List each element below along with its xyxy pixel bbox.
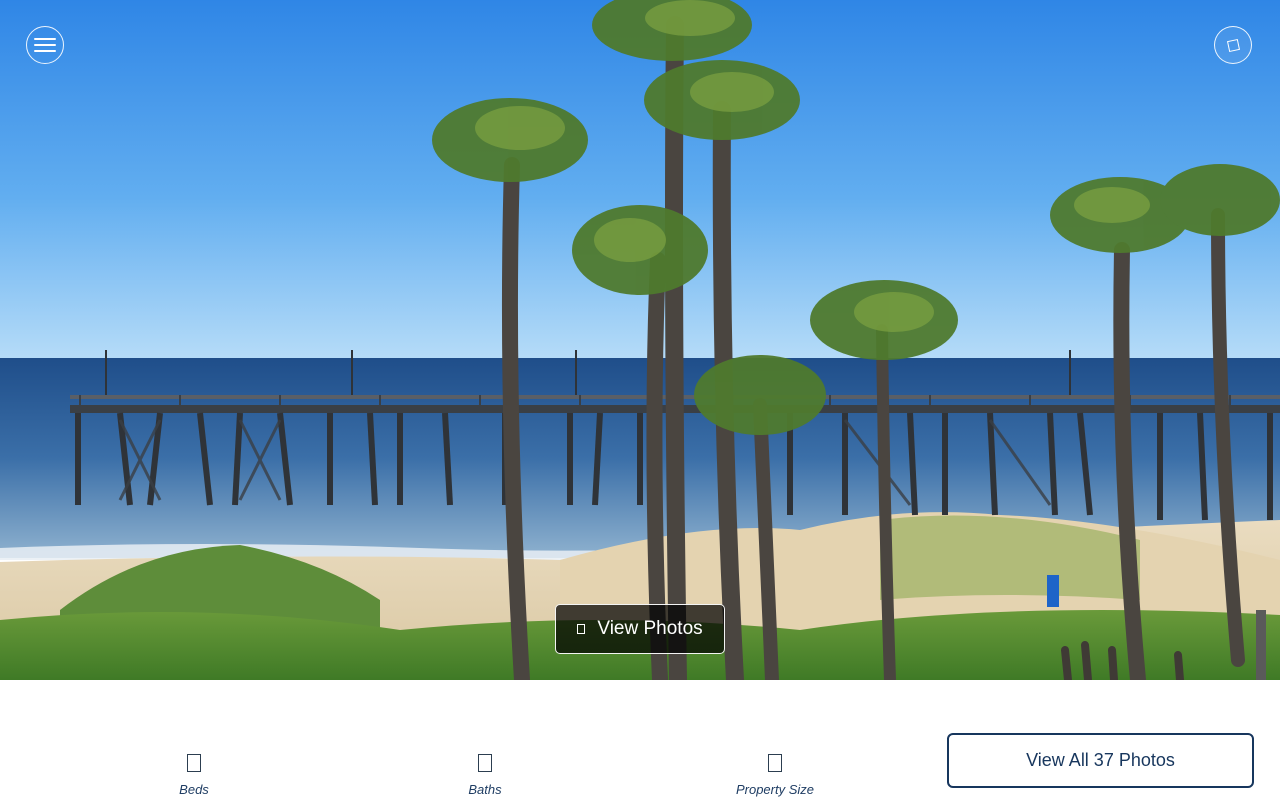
- share-icon: [1226, 38, 1240, 52]
- stat-property-size: Property Size: [695, 752, 855, 797]
- view-photos-button[interactable]: View Photos: [555, 604, 725, 654]
- hero-photo[interactable]: View Photos: [0, 0, 1280, 680]
- stat-beds: Beds: [114, 752, 274, 797]
- view-all-photos-label: View All 37 Photos: [1026, 750, 1175, 770]
- view-photos-label: View Photos: [597, 618, 703, 639]
- ruler-icon: [768, 754, 782, 772]
- view-all-photos-button[interactable]: View All 37 Photos: [947, 733, 1254, 788]
- hamburger-menu-icon: [34, 37, 56, 53]
- bath-icon: [478, 754, 492, 772]
- property-stats: Beds Baths Property Size: [0, 752, 900, 800]
- stat-beds-label: Beds: [179, 782, 209, 797]
- camera-icon: [577, 624, 586, 634]
- menu-button[interactable]: [26, 26, 64, 64]
- share-button[interactable]: [1214, 26, 1252, 64]
- stat-property-size-label: Property Size: [735, 782, 815, 797]
- stat-baths-label: Baths: [468, 782, 502, 797]
- bed-icon: [187, 754, 201, 772]
- stat-baths: Baths: [405, 752, 565, 797]
- beach-pier-image: [0, 0, 1280, 680]
